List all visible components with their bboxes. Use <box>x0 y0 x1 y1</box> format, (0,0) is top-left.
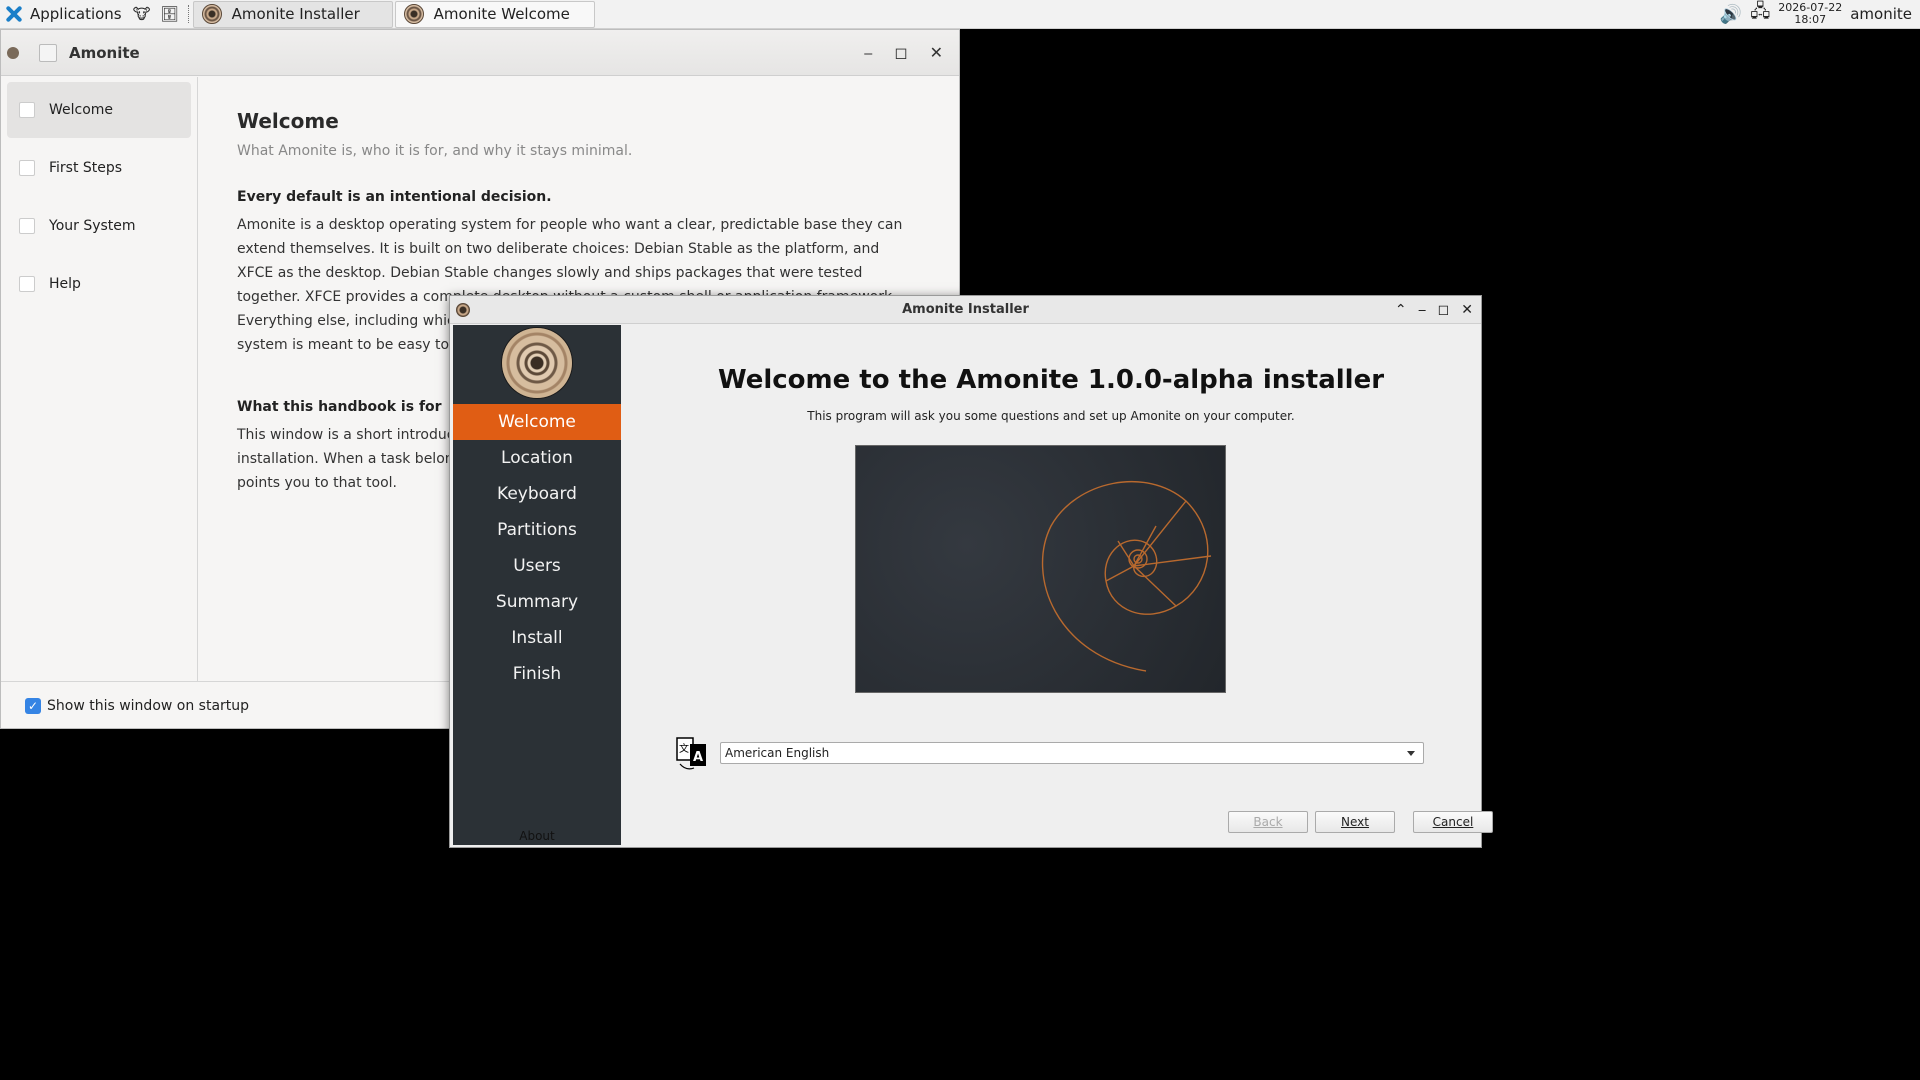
shade-icon[interactable]: ⌃ <box>1395 302 1407 318</box>
terminal-launcher-icon[interactable]: 🐮 <box>131 3 153 25</box>
svg-text:文: 文 <box>679 742 689 755</box>
amonite-app-icon <box>201 4 222 24</box>
installer-subheading: This program will ask you some questions… <box>807 409 1295 423</box>
xfce-logo-icon <box>4 4 24 24</box>
network-icon[interactable]: 🖧 <box>1750 0 1770 29</box>
sidebar-item-help[interactable]: Help <box>7 256 191 312</box>
step-welcome: Welcome <box>453 404 621 440</box>
sidebar-item-label: First Steps <box>49 160 123 176</box>
step-partitions: Partitions <box>497 520 577 540</box>
close-icon[interactable]: ✕ <box>1461 302 1473 318</box>
show-on-startup-checkbox[interactable]: ✓ <box>25 697 41 714</box>
volume-icon[interactable]: 🔊 <box>1720 4 1742 25</box>
panel-separator <box>187 5 189 23</box>
welcome-sidebar: Welcome First Steps Your System Help <box>1 77 198 681</box>
step-summary: Summary <box>495 592 579 612</box>
sidebar-item-welcome[interactable]: Welcome <box>7 82 191 138</box>
window-title: Amonite <box>69 43 140 62</box>
svg-text:A: A <box>693 750 703 765</box>
page-icon <box>19 218 35 234</box>
window-title: Amonite Installer <box>902 302 1029 317</box>
ammonite-spiral-icon <box>1041 481 1212 672</box>
chevron-down-icon <box>1407 751 1415 756</box>
minimize-icon[interactable]: ⎯ <box>864 43 872 63</box>
step-keyboard: Keyboard <box>497 484 577 504</box>
installer-window: Amonite Installer ⌃ ⎯ ◻ ✕ Welcome Locati… <box>449 295 1493 848</box>
maximize-icon[interactable]: ◻ <box>1438 302 1450 318</box>
system-tray: 🔊 🖧 2026-07-22 18:07 amonite <box>1720 0 1920 29</box>
task-button-label: Amonite Installer <box>231 5 360 23</box>
sidebar-item-your-system[interactable]: Your System <box>7 198 191 254</box>
section-heading: Every default is an intentional decision… <box>237 189 552 205</box>
page-title: Welcome <box>237 109 339 133</box>
task-button-label: Amonite Welcome <box>433 5 570 23</box>
step-finish: Finish <box>512 664 562 684</box>
maximize-icon[interactable]: ◻ <box>894 43 907 63</box>
page-icon <box>19 160 35 176</box>
language-select-value: American English <box>725 746 830 760</box>
show-on-startup-label[interactable]: Show this window on startup <box>47 698 249 714</box>
about-button[interactable]: About <box>453 829 621 843</box>
user-menu[interactable]: amonite <box>1850 5 1912 23</box>
window-controls: ⌃ ⎯ ◻ ✕ <box>1395 302 1481 318</box>
installer-heading: Welcome to the Amonite 1.0.0-alpha insta… <box>717 365 1385 395</box>
ammonite-hero-image <box>855 445 1226 693</box>
sidebar-item-label: Welcome <box>49 102 114 118</box>
welcome-app-icon <box>39 43 57 62</box>
installer-main: Welcome to the Amonite 1.0.0-alpha insta… <box>622 325 1493 845</box>
installer-steps-sidebar: Welcome Location Keyboard Partitions Use… <box>453 325 621 845</box>
applications-menu-label: Applications <box>30 5 122 23</box>
page-subtitle: What Amonite is, who it is for, and why … <box>237 143 633 159</box>
task-button-installer[interactable]: Amonite Installer <box>192 0 393 28</box>
task-button-welcome[interactable]: Amonite Welcome <box>394 0 595 28</box>
amonite-app-icon <box>403 4 424 24</box>
language-icon: A 文 <box>676 734 708 772</box>
clock-time: 18:07 <box>1794 13 1827 26</box>
minimize-icon[interactable]: ⎯ <box>1419 302 1426 318</box>
amonite-logo <box>502 328 572 398</box>
next-button[interactable]: Next <box>1315 811 1395 833</box>
language-row: A 文 American English <box>676 734 1424 772</box>
window-menu-icon[interactable] <box>7 46 19 59</box>
sidebar-item-label: Help <box>49 276 81 292</box>
top-panel: Applications 🐮 🗄 Amonite Installer Amoni… <box>0 0 1920 29</box>
applications-menu-button[interactable]: Applications <box>0 0 128 29</box>
step-install: Install <box>511 628 563 648</box>
step-users: Users <box>513 556 561 576</box>
close-icon[interactable]: ✕ <box>930 43 943 63</box>
step-location: Location <box>501 448 573 468</box>
sidebar-item-label: Your System <box>49 218 136 234</box>
sidebar-item-first-steps[interactable]: First Steps <box>7 140 191 196</box>
file-manager-launcher-icon[interactable]: 🗄 <box>159 3 181 25</box>
page-icon <box>19 276 35 292</box>
page-icon <box>19 102 35 118</box>
cancel-button[interactable]: Cancel <box>1413 811 1493 833</box>
welcome-titlebar[interactable]: Amonite ⎯ ◻ ✕ <box>1 30 959 76</box>
clock[interactable]: 2026-07-22 18:07 <box>1778 2 1842 26</box>
window-controls: ⎯ ◻ ✕ <box>864 43 959 63</box>
back-button[interactable]: Back <box>1228 811 1308 833</box>
language-select[interactable]: American English <box>720 742 1424 764</box>
installer-titlebar[interactable]: Amonite Installer ⌃ ⎯ ◻ ✕ <box>450 296 1481 324</box>
